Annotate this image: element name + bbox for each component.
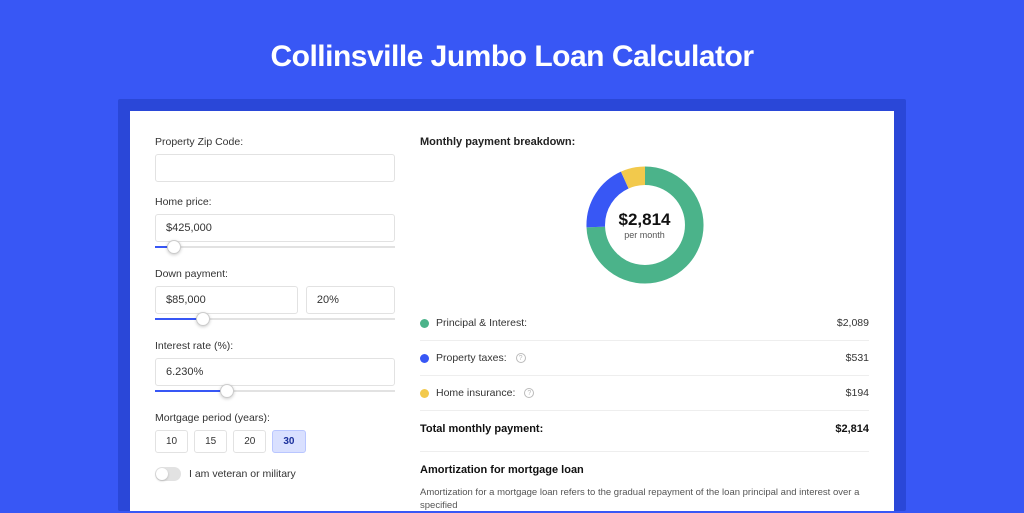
divider — [420, 410, 869, 411]
divider — [420, 340, 869, 341]
zip-label: Property Zip Code: — [155, 136, 395, 148]
period-group: Mortgage period (years): 10 15 20 30 — [155, 412, 395, 453]
legend-label: Principal & Interest: — [436, 317, 527, 329]
down-row — [155, 286, 395, 314]
price-label: Home price: — [155, 196, 395, 208]
legend-row-principal: Principal & Interest: $2,089 — [420, 308, 869, 338]
down-group: Down payment: — [155, 268, 395, 326]
down-amount-input[interactable] — [155, 286, 298, 314]
veteran-toggle[interactable] — [155, 467, 181, 481]
down-label: Down payment: — [155, 268, 395, 280]
legend-label: Home insurance: — [436, 387, 515, 399]
divider — [420, 451, 869, 452]
legend-value: $2,089 — [837, 317, 869, 329]
slider-track — [155, 246, 395, 248]
period-option-10[interactable]: 10 — [155, 430, 188, 453]
total-value: $2,814 — [835, 423, 869, 435]
price-group: Home price: — [155, 196, 395, 254]
legend-value: $194 — [846, 387, 869, 399]
zip-input[interactable] — [155, 154, 395, 182]
dot-icon — [420, 389, 429, 398]
zip-group: Property Zip Code: — [155, 136, 395, 182]
donut-center: $2,814 per month — [619, 210, 671, 240]
legend-label: Property taxes: — [436, 352, 507, 364]
period-option-15[interactable]: 15 — [194, 430, 227, 453]
rate-slider[interactable] — [155, 384, 395, 398]
veteran-row: I am veteran or military — [155, 467, 395, 481]
price-input[interactable] — [155, 214, 395, 242]
calculator-card: Property Zip Code: Home price: Down paym… — [130, 111, 894, 511]
down-pct-input[interactable] — [306, 286, 395, 314]
breakdown-title: Monthly payment breakdown: — [420, 136, 869, 148]
price-slider[interactable] — [155, 240, 395, 254]
amortization-title: Amortization for mortgage loan — [420, 464, 869, 476]
slider-knob[interactable] — [220, 384, 234, 398]
donut-wrap: $2,814 per month — [420, 160, 869, 290]
toggle-knob — [156, 468, 168, 480]
rate-input[interactable] — [155, 358, 395, 386]
dot-icon — [420, 354, 429, 363]
period-option-30[interactable]: 30 — [272, 430, 305, 453]
period-option-20[interactable]: 20 — [233, 430, 266, 453]
total-label: Total monthly payment: — [420, 423, 543, 435]
donut-chart: $2,814 per month — [580, 160, 710, 290]
total-row: Total monthly payment: $2,814 — [420, 413, 869, 449]
form-column: Property Zip Code: Home price: Down paym… — [155, 136, 395, 511]
donut-sub: per month — [619, 230, 671, 240]
rate-group: Interest rate (%): — [155, 340, 395, 398]
veteran-label: I am veteran or military — [189, 468, 296, 480]
period-label: Mortgage period (years): — [155, 412, 395, 424]
period-row: 10 15 20 30 — [155, 430, 395, 453]
slider-knob[interactable] — [196, 312, 210, 326]
legend-row-taxes: Property taxes: ? $531 — [420, 343, 869, 373]
page-title: Collinsville Jumbo Loan Calculator — [0, 0, 1024, 99]
amortization-text: Amortization for a mortgage loan refers … — [420, 486, 869, 513]
down-slider[interactable] — [155, 312, 395, 326]
legend-value: $531 — [846, 352, 869, 364]
dot-icon — [420, 319, 429, 328]
slider-knob[interactable] — [167, 240, 181, 254]
info-icon[interactable]: ? — [524, 388, 534, 398]
slider-fill — [155, 390, 227, 392]
breakdown-column: Monthly payment breakdown: $2,814 per mo… — [420, 136, 869, 511]
card-shadow: Property Zip Code: Home price: Down paym… — [118, 99, 906, 511]
donut-amount: $2,814 — [619, 210, 671, 230]
info-icon[interactable]: ? — [516, 353, 526, 363]
legend-row-insurance: Home insurance: ? $194 — [420, 378, 869, 408]
divider — [420, 375, 869, 376]
rate-label: Interest rate (%): — [155, 340, 395, 352]
